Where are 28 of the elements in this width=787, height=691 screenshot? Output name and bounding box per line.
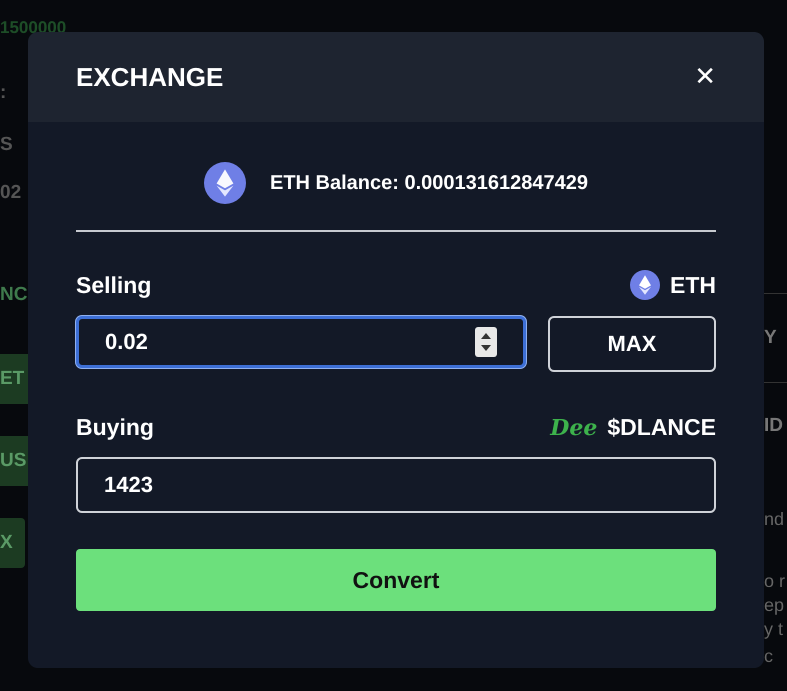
dialog-title: EXCHANGE: [76, 62, 224, 92]
selling-label: Selling: [76, 272, 152, 298]
background-text: y t: [764, 618, 784, 640]
max-button[interactable]: MAX: [548, 316, 716, 372]
background-text: 1500000: [0, 18, 66, 38]
background-text: c: [764, 646, 773, 666]
background-text: nd: [764, 508, 784, 530]
ethereum-icon: [204, 162, 246, 204]
background-text: 02: [0, 182, 22, 204]
background-text: ep: [764, 594, 784, 616]
background-text: o r: [764, 570, 786, 592]
token-name: ETH: [670, 272, 716, 298]
buying-label: Buying: [76, 414, 154, 441]
token-logo: Dee: [550, 414, 598, 440]
ethereum-icon: [630, 270, 660, 300]
background-button[interactable]: X: [0, 518, 25, 568]
background-text: NC: [0, 284, 28, 306]
selling-input[interactable]: 0.02: [76, 316, 526, 368]
close-button[interactable]: ✕: [694, 62, 716, 92]
convert-button[interactable]: Convert: [76, 549, 716, 611]
background-text: :: [0, 82, 6, 104]
background-text: S: [0, 134, 13, 156]
balance-text: ETH Balance: 0.000131612847429: [270, 172, 588, 194]
background-text: Y: [764, 327, 777, 349]
token-name: $DLANCE: [607, 414, 716, 441]
background-text: ID: [764, 415, 783, 437]
spinner-icon[interactable]: [475, 327, 497, 357]
buying-input[interactable]: 1423: [76, 457, 716, 513]
